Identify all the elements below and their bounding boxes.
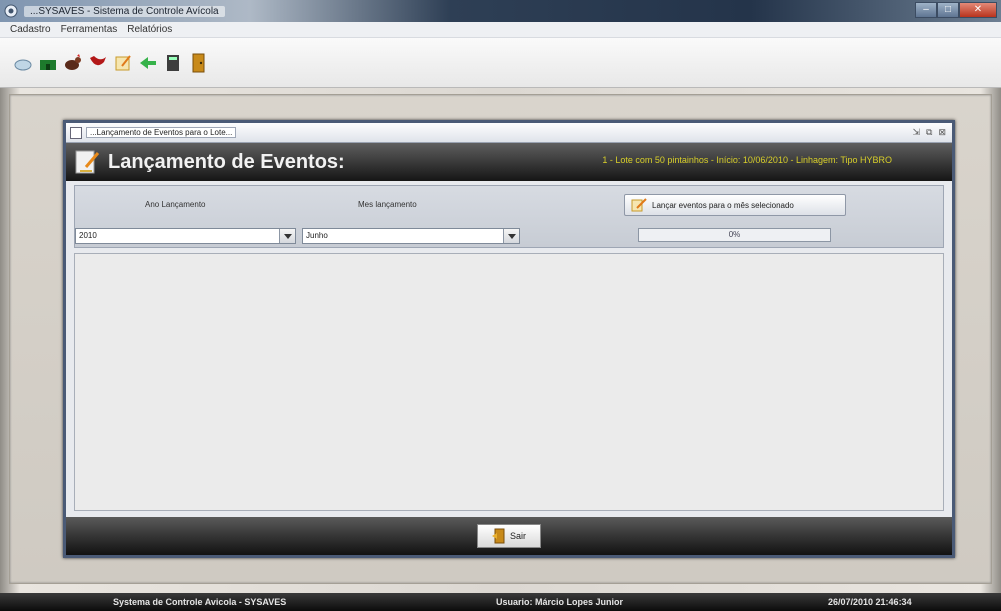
arrow-icon[interactable] xyxy=(137,52,159,74)
exit-door-icon xyxy=(491,528,505,544)
menu-relatorios[interactable]: Relatórios xyxy=(127,24,172,35)
launch-events-label: Lançar eventos para o mês selecionado xyxy=(652,200,794,210)
ano-label: Ano Lançamento xyxy=(145,200,206,209)
window-controls: – □ ✕ xyxy=(915,2,997,18)
barn-icon[interactable] xyxy=(37,52,59,74)
lote-info: 1 - Lote com 50 pintainhos - Início: 10/… xyxy=(602,155,892,165)
menu-cadastro[interactable]: Cadastro xyxy=(10,24,51,35)
maximize-button[interactable]: □ xyxy=(937,2,959,18)
ano-select[interactable]: 2010 xyxy=(75,228,296,244)
window-title: ...SYSAVES - Sistema de Controle Avícola xyxy=(24,5,225,17)
events-window: ...Lançamento de Eventos para o Lote... … xyxy=(63,120,955,558)
events-window-title-bar[interactable]: ...Lançamento de Eventos para o Lote... … xyxy=(66,123,952,143)
cloud-icon[interactable] xyxy=(12,52,34,74)
chevron-down-icon[interactable] xyxy=(503,229,519,243)
frame-minimize-icon[interactable]: ⇲ xyxy=(912,127,920,138)
hen-icon[interactable] xyxy=(62,52,84,74)
app-icon xyxy=(4,4,18,18)
mes-select[interactable]: Junho xyxy=(302,228,520,244)
events-window-title: ...Lançamento de Eventos para o Lote... xyxy=(86,127,237,138)
frame-icon xyxy=(70,126,82,139)
status-datetime: 26/07/2010 21:46:34 xyxy=(828,597,912,607)
page-heading: Lançamento de Eventos: xyxy=(108,150,345,173)
status-system: Systema de Controle Avicola - SYSAVES xyxy=(113,597,287,607)
events-content-area xyxy=(74,253,944,511)
frame-maximize-icon[interactable]: ⧉ xyxy=(926,127,932,138)
frame-close-icon[interactable]: ⊠ xyxy=(938,127,946,138)
frame-controls: ⇲ ⧉ ⊠ xyxy=(912,127,946,138)
menu-bar: Cadastro Ferramentas Relatórios xyxy=(0,22,1001,38)
launch-events-button[interactable]: Lançar eventos para o mês selecionado xyxy=(624,194,846,216)
note-edit-icon xyxy=(631,198,647,212)
mes-label: Mes lançamento xyxy=(358,200,417,209)
window-title-bar: ...SYSAVES - Sistema de Controle Avícola… xyxy=(0,0,1001,22)
filters-panel: Ano Lançamento Mes lançamento 2010 Junho… xyxy=(74,185,944,248)
chevron-down-icon[interactable] xyxy=(279,229,295,243)
menu-ferramentas[interactable]: Ferramentas xyxy=(61,24,118,35)
document-edit-icon xyxy=(75,150,100,174)
note-icon[interactable] xyxy=(112,52,134,74)
minimize-button[interactable]: – xyxy=(915,2,937,18)
header-banner: Lançamento de Eventos: 1 - Lote com 50 p… xyxy=(66,143,952,181)
calculator-icon[interactable] xyxy=(162,52,184,74)
exit-label: Sair xyxy=(509,531,526,541)
rooster-icon[interactable] xyxy=(87,52,109,74)
toolbar xyxy=(0,38,1001,88)
exit-door-icon[interactable] xyxy=(187,52,209,74)
footer-bar: Sair xyxy=(66,517,952,555)
progress-text: 0% xyxy=(728,230,741,239)
mes-value: Junho xyxy=(306,231,328,240)
status-bar: Systema de Controle Avicola - SYSAVES Us… xyxy=(0,593,1001,611)
close-button[interactable]: ✕ xyxy=(959,2,997,18)
exit-button[interactable]: Sair xyxy=(477,524,541,548)
progress-bar: 0% xyxy=(638,228,831,242)
status-user: Usuario: Márcio Lopes Junior xyxy=(496,597,624,607)
ano-value: 2010 xyxy=(79,231,97,240)
